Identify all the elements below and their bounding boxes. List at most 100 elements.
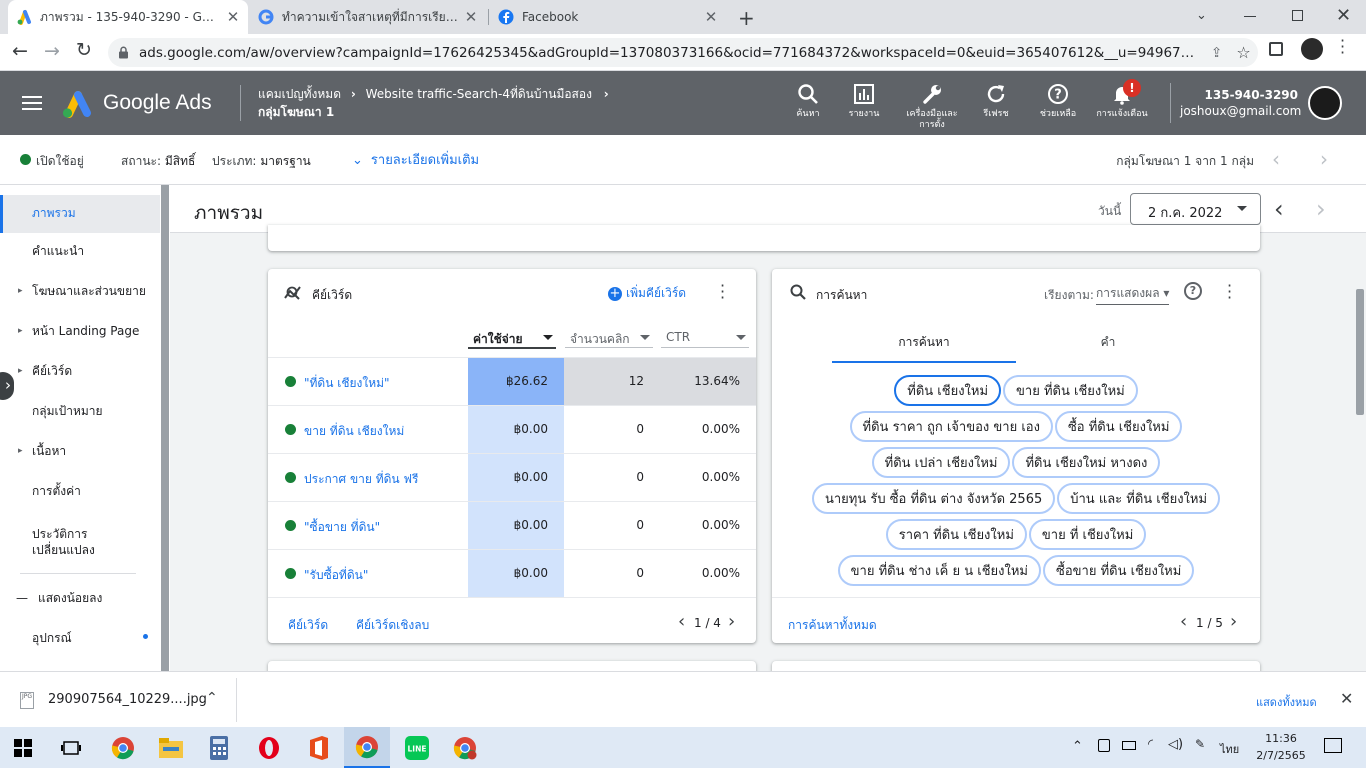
profile-avatar[interactable] <box>1301 38 1323 60</box>
search-card-more-icon[interactable]: · · · <box>1227 278 1232 306</box>
tab-search-icon[interactable]: ⌄ <box>1196 8 1207 23</box>
clock-time[interactable]: 11:36 <box>1254 732 1308 745</box>
volume-icon[interactable]: ◁) <box>1168 737 1183 752</box>
breadcrumb-adgroup[interactable]: กลุ่มโฆษณา 1 <box>258 103 334 122</box>
browser-tab-facebook[interactable]: Facebook ✕ <box>490 0 726 34</box>
minimize-icon[interactable] <box>1244 16 1256 17</box>
address-bar[interactable]: ads.google.com/aw/overview?campaignId=17… <box>108 38 1258 67</box>
notification-center-icon[interactable] <box>1324 738 1342 753</box>
pen-icon[interactable]: ✎ <box>1195 737 1205 751</box>
sidebar-item-3[interactable]: ▸ หน้า Landing Page <box>0 315 160 351</box>
bookmark-star-icon[interactable]: ☆ <box>1236 43 1250 62</box>
back-icon[interactable]: ← <box>12 40 28 62</box>
download-filename[interactable]: 290907564_10229....jpg <box>48 692 207 707</box>
tab-searches[interactable]: การค้นหา <box>832 317 1016 363</box>
search-term-chip[interactable]: นายทุน รับ ซื้อ ที่ดิน ต่าง จังหวัด 2565 <box>811 483 1056 514</box>
sidebar-item-4[interactable]: ▸ คีย์เวิร์ด <box>0 355 160 391</box>
search-term-chip[interactable]: ขาย ที่ เชียงใหม่ <box>1028 519 1147 550</box>
browser-tab-billing[interactable]: ทำความเข้าใจสาเหตุที่มีการเรียกเก็บเงิน … <box>250 0 486 34</box>
next-page-icon[interactable]: › <box>1230 611 1237 632</box>
search-term-chip[interactable]: บ้าน และ ที่ดิน เชียงใหม่ <box>1057 483 1221 514</box>
calculator-icon[interactable] <box>196 727 242 768</box>
file-explorer-icon[interactable] <box>148 727 194 768</box>
negative-keywords-link[interactable]: คีย์เวิร์ดเชิงลบ <box>356 616 429 635</box>
browser-menu-icon[interactable]: · · · <box>1340 33 1345 61</box>
prev-page-icon[interactable]: ‹ <box>1180 611 1187 632</box>
prev-page-icon[interactable]: ‹ <box>678 611 685 632</box>
keyword-row[interactable]: "ซื้อขาย ที่ดิน" ฿0.00 0 0.00% <box>268 501 756 549</box>
main-scrollbar[interactable] <box>1356 289 1364 415</box>
header-tools-button[interactable]: เครื่องมือและการตั้ง <box>902 83 962 131</box>
sidebar-item-devices[interactable]: อุปกรณ์ <box>32 629 72 648</box>
opera-icon[interactable] <box>246 727 292 768</box>
add-keyword-button[interactable]: + เพิ่มคีย์เวิร์ด <box>608 284 686 303</box>
keywords-more-icon[interactable]: · · · <box>720 278 725 306</box>
prev-date-icon[interactable]: ‹ <box>1274 195 1284 223</box>
chrome-profile-taskbar-icon[interactable] <box>442 727 488 768</box>
sort-by-select[interactable]: การแสดงผล ▾ <box>1096 284 1170 305</box>
tray-meet-icon[interactable] <box>1098 739 1110 752</box>
next-page-icon[interactable]: › <box>728 611 735 632</box>
close-tab-icon[interactable]: ✕ <box>464 8 478 26</box>
more-details-toggle[interactable]: ⌄ รายละเอียดเพิ่มเติม <box>352 149 479 170</box>
search-term-chip[interactable]: ที่ดิน เปล่า เชียงใหม่ <box>871 447 1011 478</box>
sidebar-item-6[interactable]: ▸ เนื้อหา <box>0 435 160 471</box>
line-app-icon[interactable]: LINE <box>394 727 440 768</box>
sidebar-item-1[interactable]: คำแนะนำ <box>0 235 160 271</box>
close-tab-icon[interactable]: ✕ <box>704 8 718 26</box>
next-adgroup-icon[interactable]: › <box>1320 147 1328 171</box>
account-email[interactable]: joshoux@gmail.com <box>1180 104 1301 118</box>
sidebar-item-7[interactable]: การตั้งค่า <box>0 475 160 511</box>
sidebar-item-8[interactable]: ประวัติการ เปลี่ยนแปลง <box>0 518 160 558</box>
sidebar-scrollbar[interactable] <box>161 185 169 671</box>
search-term-chip[interactable]: ขาย ที่ดิน ช่าง เค็ ย น เชียงใหม่ <box>837 555 1041 586</box>
breadcrumb-all-campaigns[interactable]: แคมเปญทั้งหมด <box>258 87 341 101</box>
col-ctr-header[interactable]: CTR <box>666 330 690 344</box>
search-term-chip[interactable]: ที่ดิน เชียงใหม่ หางดง <box>1012 447 1161 478</box>
account-avatar[interactable] <box>1308 86 1342 120</box>
keyword-text[interactable]: "รับซื้อที่ดิน" <box>304 566 368 585</box>
keyword-row[interactable]: "ที่ดิน เชียงใหม่" ฿26.62 12 13.64% <box>268 357 756 405</box>
keyword-text[interactable]: "ซื้อขาย ที่ดิน" <box>304 518 380 537</box>
new-tab-icon[interactable]: + <box>738 6 755 30</box>
keyword-text[interactable]: ขาย ที่ดิน เชียงใหม่ <box>304 422 404 441</box>
search-term-chip[interactable]: ที่ดิน เชียงใหม่ <box>894 375 1002 406</box>
side-panel-icon[interactable] <box>1269 42 1283 56</box>
search-term-chip[interactable]: ที่ดิน ราคา ถูก เจ้าของ ขาย เอง <box>849 411 1053 442</box>
browser-tab-google-ads[interactable]: ภาพรวม - 135-940-3290 - Google ✕ <box>8 0 248 34</box>
search-term-chip[interactable]: ราคา ที่ดิน เชียงใหม่ <box>885 519 1027 550</box>
keyword-text[interactable]: "ที่ดิน เชียงใหม่" <box>304 374 390 393</box>
keyword-row[interactable]: "รับซื้อที่ดิน" ฿0.00 0 0.00% <box>268 549 756 597</box>
search-term-chip[interactable]: ซื้อขาย ที่ดิน เชียงใหม่ <box>1043 555 1195 586</box>
sidebar-item-2[interactable]: ▸ โฆษณาและส่วนขยาย <box>0 275 160 311</box>
search-term-chip[interactable]: ขาย ที่ดิน เชียงใหม่ <box>1003 375 1138 406</box>
keyword-text[interactable]: ประกาศ ขาย ที่ดิน ฟรี <box>304 470 418 489</box>
hamburger-menu-icon[interactable] <box>22 95 42 111</box>
battery-icon[interactable] <box>1122 741 1136 750</box>
header-notifications-button[interactable]: การแจ้งเตือน <box>1092 83 1152 120</box>
account-id[interactable]: 135-940-3290 <box>1180 88 1298 102</box>
sidebar-item-5[interactable]: กลุ่มเป้าหมาย <box>0 395 160 431</box>
breadcrumb-campaign[interactable]: Website traffic-Search-4ที่ดินบ้านมือสอง <box>366 87 592 101</box>
help-icon[interactable]: ? <box>1184 282 1202 300</box>
close-download-bar-icon[interactable]: ✕ <box>1340 689 1353 708</box>
office-icon[interactable] <box>296 727 342 768</box>
reload-icon[interactable]: ↻ <box>76 39 92 61</box>
tab-words[interactable]: คำ <box>1016 317 1200 363</box>
next-date-icon[interactable]: › <box>1316 195 1326 223</box>
chevron-up-icon[interactable]: ⌃ <box>206 690 218 706</box>
tray-chevron-up-icon[interactable]: ⌃ <box>1072 739 1083 754</box>
all-searches-link[interactable]: การค้นหาทั้งหมด <box>788 616 877 635</box>
forward-icon[interactable]: → <box>44 40 60 62</box>
keyword-row[interactable]: ประกาศ ขาย ที่ดิน ฟรี ฿0.00 0 0.00% <box>268 453 756 501</box>
restore-icon[interactable] <box>1292 10 1303 21</box>
enabled-status[interactable]: เปิดใช้อยู่ <box>36 152 84 171</box>
keyword-row[interactable]: ขาย ที่ดิน เชียงใหม่ ฿0.00 0 0.00% <box>268 405 756 453</box>
header-refresh-button[interactable]: รีเฟรช <box>966 83 1026 120</box>
wifi-icon[interactable]: ◜ <box>1148 737 1153 752</box>
header-help-button[interactable]: ? ช่วยเหลือ <box>1028 83 1088 120</box>
task-view-icon[interactable] <box>48 727 94 768</box>
show-less-toggle[interactable]: — แสดงน้อยลง <box>16 589 102 608</box>
date-range-picker[interactable]: 2 ก.ค. 2022 <box>1130 193 1261 225</box>
keywords-link[interactable]: คีย์เวิร์ด <box>288 616 328 635</box>
